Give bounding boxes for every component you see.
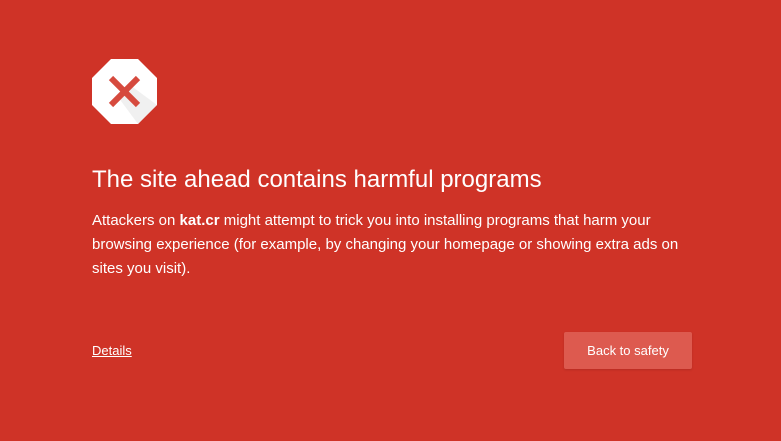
page-title: The site ahead contains harmful programs: [92, 166, 542, 193]
warning-explanation: Attackers on kat.cr might attempt to tri…: [92, 209, 692, 281]
site-name: kat.cr: [179, 212, 220, 229]
error-octagon-x-icon: [92, 59, 157, 124]
explanation-prefix: Attackers on: [92, 212, 180, 229]
error-octagon-x-icon-graphic: [92, 59, 157, 124]
back-to-safety-button[interactable]: Back to safety: [564, 332, 692, 369]
details-link[interactable]: Details: [92, 343, 132, 359]
malware-warning-page: The site ahead contains harmful programs…: [0, 0, 781, 441]
